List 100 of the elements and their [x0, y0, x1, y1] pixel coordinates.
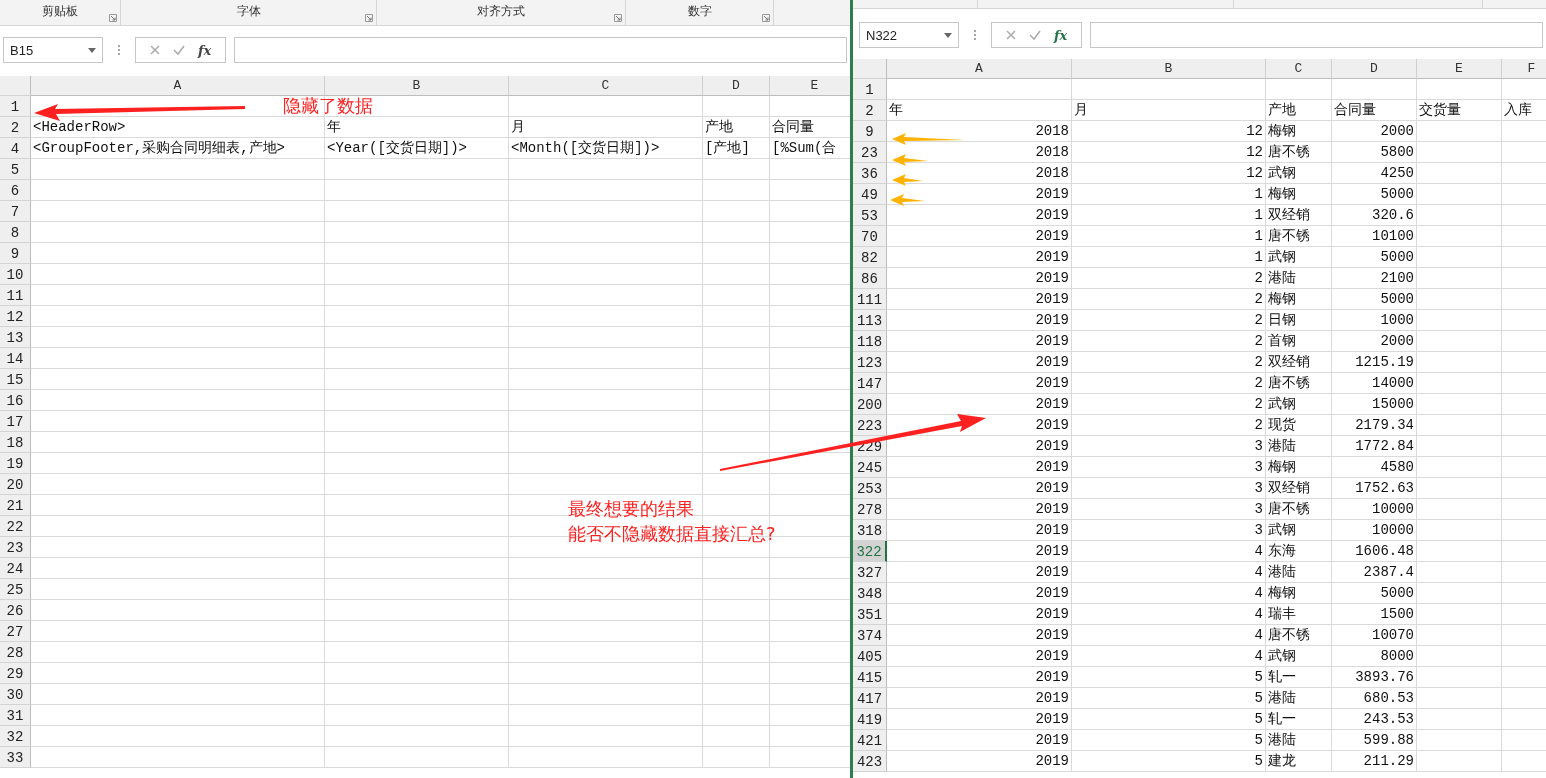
row-header[interactable]: 405: [853, 646, 887, 667]
dialog-launcher-icon[interactable]: [365, 14, 373, 22]
row-header[interactable]: 7: [0, 201, 31, 222]
row-header[interactable]: 16: [0, 390, 31, 411]
row-header[interactable]: 2: [0, 117, 31, 138]
cancel-icon[interactable]: [1004, 28, 1018, 42]
row-header[interactable]: 278: [853, 499, 887, 520]
name-box[interactable]: N322: [859, 22, 959, 48]
row-header[interactable]: 31: [0, 705, 31, 726]
table-cell: 320.6: [1332, 205, 1417, 226]
row-header[interactable]: 15: [0, 369, 31, 390]
select-all-corner[interactable]: [853, 59, 887, 79]
row-header[interactable]: 20: [0, 474, 31, 495]
formula-input[interactable]: [1090, 22, 1543, 48]
table-cell: 2: [1072, 373, 1266, 394]
table-cell: 3893.76: [1332, 667, 1417, 688]
row-header[interactable]: 351: [853, 604, 887, 625]
row-header[interactable]: 12: [0, 306, 31, 327]
column-header[interactable]: F: [1502, 59, 1546, 79]
row-header[interactable]: 32: [0, 726, 31, 747]
cancel-icon[interactable]: [148, 43, 162, 57]
function-button[interactable]: fx: [1052, 27, 1070, 43]
row-header[interactable]: 200: [853, 394, 887, 415]
row-header[interactable]: 8: [0, 222, 31, 243]
row-header[interactable]: 327: [853, 562, 887, 583]
row-header[interactable]: 113: [853, 310, 887, 331]
row-header[interactable]: 21: [0, 495, 31, 516]
row-header[interactable]: 6: [0, 180, 31, 201]
row-header[interactable]: 111: [853, 289, 887, 310]
row-header[interactable]: 70: [853, 226, 887, 247]
row-header[interactable]: 27: [0, 621, 31, 642]
caret-icon[interactable]: [88, 47, 96, 53]
row-header[interactable]: 9: [0, 243, 31, 264]
row-header[interactable]: 23: [0, 537, 31, 558]
column-header[interactable]: E: [770, 76, 850, 96]
column-header[interactable]: D: [703, 76, 770, 96]
function-button[interactable]: fx: [196, 42, 214, 58]
row-header[interactable]: 123: [853, 352, 887, 373]
row-header[interactable]: 36: [853, 163, 887, 184]
row-header[interactable]: 118: [853, 331, 887, 352]
check-icon[interactable]: [1028, 28, 1042, 42]
select-all-corner[interactable]: [0, 76, 31, 96]
table-cell: 4: [1072, 562, 1266, 583]
row-header[interactable]: 53: [853, 205, 887, 226]
row-header[interactable]: 82: [853, 247, 887, 268]
row-header[interactable]: 49: [853, 184, 887, 205]
row-header[interactable]: 2: [853, 100, 887, 121]
row-header[interactable]: 4: [0, 138, 31, 159]
row-header[interactable]: 19: [0, 453, 31, 474]
row-header[interactable]: 86: [853, 268, 887, 289]
formula-input[interactable]: [234, 37, 847, 63]
table-cell: 瑞丰: [1266, 604, 1332, 625]
row-header[interactable]: 245: [853, 457, 887, 478]
column-header[interactable]: C: [1266, 59, 1332, 79]
column-header[interactable]: A: [31, 76, 325, 96]
table-cell: 2019: [887, 310, 1072, 331]
row-header[interactable]: 5: [0, 159, 31, 180]
table-cell: 5: [1072, 730, 1266, 751]
row-header[interactable]: 348: [853, 583, 887, 604]
column-header[interactable]: C: [509, 76, 703, 96]
row-header[interactable]: 423: [853, 751, 887, 772]
row-header[interactable]: 421: [853, 730, 887, 751]
row-header[interactable]: 24: [0, 558, 31, 579]
row-header[interactable]: 13: [0, 327, 31, 348]
name-box[interactable]: B15: [3, 37, 103, 63]
row-header[interactable]: 415: [853, 667, 887, 688]
row-header[interactable]: 223: [853, 415, 887, 436]
row-header[interactable]: 318: [853, 520, 887, 541]
row-header[interactable]: 18: [0, 432, 31, 453]
row-header[interactable]: 374: [853, 625, 887, 646]
row-header[interactable]: 17: [0, 411, 31, 432]
dialog-launcher-icon[interactable]: [109, 14, 117, 22]
check-icon[interactable]: [172, 43, 186, 57]
row-header[interactable]: 1: [0, 96, 31, 117]
row-header[interactable]: 419: [853, 709, 887, 730]
row-header[interactable]: 147: [853, 373, 887, 394]
column-header[interactable]: A: [887, 59, 1072, 79]
row-header[interactable]: 1: [853, 79, 887, 100]
row-header[interactable]: 23: [853, 142, 887, 163]
row-header[interactable]: 14: [0, 348, 31, 369]
dialog-launcher-icon[interactable]: [614, 14, 622, 22]
row-header[interactable]: 33: [0, 747, 31, 768]
row-header[interactable]: 253: [853, 478, 887, 499]
row-header[interactable]: 26: [0, 600, 31, 621]
row-header[interactable]: 9: [853, 121, 887, 142]
dialog-launcher-icon[interactable]: [762, 14, 770, 22]
row-header[interactable]: 25: [0, 579, 31, 600]
row-header[interactable]: 28: [0, 642, 31, 663]
row-header[interactable]: 10: [0, 264, 31, 285]
column-header[interactable]: B: [325, 76, 509, 96]
row-header[interactable]: 22: [0, 516, 31, 537]
row-header[interactable]: 29: [0, 663, 31, 684]
row-header[interactable]: 322: [853, 541, 887, 562]
column-header[interactable]: E: [1417, 59, 1502, 79]
column-header[interactable]: B: [1072, 59, 1266, 79]
row-header[interactable]: 30: [0, 684, 31, 705]
row-header[interactable]: 417: [853, 688, 887, 709]
row-header[interactable]: 11: [0, 285, 31, 306]
column-header[interactable]: D: [1332, 59, 1417, 79]
caret-icon[interactable]: [944, 32, 952, 38]
